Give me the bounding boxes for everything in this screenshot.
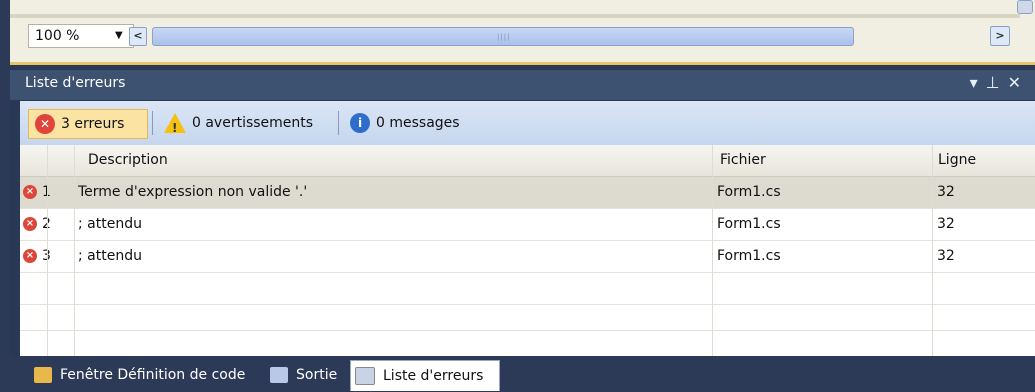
zoom-value: 100 % (35, 28, 80, 44)
scroll-left-button[interactable]: < (129, 27, 147, 46)
window-controls[interactable]: ▾⊥✕ (970, 73, 1029, 92)
row-description: ; attendu (78, 216, 142, 232)
warning-icon: ! (164, 113, 186, 135)
row-line: 32 (937, 216, 955, 232)
column-divider (74, 145, 75, 357)
scroll-right-button[interactable]: > (990, 26, 1010, 46)
error-list-title: Liste d'erreurs (25, 75, 126, 91)
editor-bottom-edge (10, 14, 1020, 18)
filter-warnings-label: 0 avertissements (192, 115, 314, 131)
tab-label: Liste d'erreurs (383, 368, 484, 384)
empty-row (20, 325, 1035, 357)
zoom-combo[interactable]: 100 % ▼ < (28, 24, 147, 48)
filter-messages-button[interactable]: i 0 messages (344, 109, 464, 137)
dropdown-icon[interactable]: ▾ (970, 73, 986, 92)
filter-errors-button[interactable]: ✕ 3 erreurs (28, 109, 148, 139)
error-grid: Description Fichier Ligne × 1 Terme d'ex… (20, 145, 1035, 357)
filter-errors-label: 3 erreurs (61, 116, 125, 132)
row-file: Form1.cs (717, 216, 781, 232)
row-line: 32 (937, 248, 955, 264)
table-row[interactable]: × 2 ; attendu Form1.cs 32 (20, 209, 1035, 241)
filter-messages-label: 0 messages (376, 115, 460, 131)
column-divider (712, 145, 713, 357)
filter-warnings-button[interactable]: ! 0 avertissements (158, 109, 338, 137)
error-icon: × (23, 249, 37, 263)
column-divider (47, 145, 48, 357)
code-editor-area: 100 % ▼ < |||| > (10, 0, 1035, 65)
ide-frame: 100 % ▼ < |||| > Liste d'erreurs ▾⊥✕ ✕ 3 … (0, 0, 1035, 392)
output-icon (270, 367, 288, 383)
tab-label: Fenêtre Définition de code (60, 367, 246, 383)
scroll-grip-icon: |||| (497, 33, 511, 41)
column-line[interactable]: Ligne (938, 152, 976, 168)
error-list-icon (355, 367, 375, 385)
column-file[interactable]: Fichier (720, 152, 766, 168)
column-divider (932, 145, 933, 357)
bottom-tab-strip: Fenêtre Définition de code Sortie Liste … (10, 356, 1035, 392)
tab-code-definition[interactable]: Fenêtre Définition de code (30, 360, 245, 390)
code-definition-icon (34, 367, 52, 383)
tab-error-list[interactable]: Liste d'erreurs (350, 360, 500, 391)
row-description: Terme d'expression non valide '.' (78, 184, 308, 200)
row-file: Form1.cs (717, 248, 781, 264)
table-row[interactable]: × 3 ; attendu Form1.cs 32 (20, 241, 1035, 273)
row-file: Form1.cs (717, 184, 781, 200)
scroll-corner-button[interactable] (1017, 0, 1033, 14)
error-icon: ✕ (35, 114, 55, 134)
error-filter-toolbar: ✕ 3 erreurs ! 0 avertissements i 0 messages (20, 101, 1035, 145)
info-icon: i (350, 113, 370, 133)
error-icon: × (23, 217, 37, 231)
toolbar-separator (152, 111, 153, 135)
horizontal-scrollbar[interactable]: |||| (152, 27, 854, 46)
tab-output[interactable]: Sortie (266, 360, 337, 390)
table-row[interactable]: × 1 Terme d'expression non valide '.' Fo… (20, 177, 1035, 209)
column-description[interactable]: Description (88, 152, 168, 168)
close-icon[interactable]: ✕ (1008, 73, 1029, 92)
grid-header: Description Fichier Ligne (20, 145, 1035, 177)
error-list-titlebar: Liste d'erreurs ▾⊥✕ (10, 70, 1035, 100)
left-border (0, 0, 10, 392)
error-icon: × (23, 185, 37, 199)
row-description: ; attendu (78, 248, 142, 264)
tab-label: Sortie (296, 367, 338, 383)
row-line: 32 (937, 184, 955, 200)
chevron-down-icon[interactable]: ▼ (115, 25, 123, 47)
pin-icon[interactable]: ⊥ (986, 73, 1008, 92)
toolbar-separator (338, 111, 339, 135)
